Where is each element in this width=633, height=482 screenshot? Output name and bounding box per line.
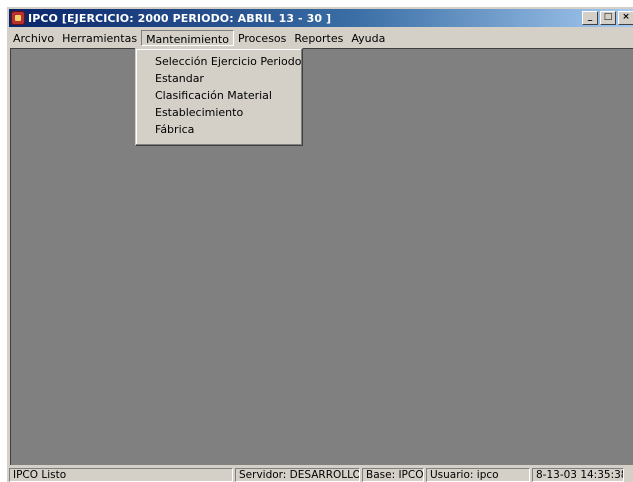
menu-herramientas[interactable]: Herramientas xyxy=(58,30,141,46)
menu-item-estandar[interactable]: Estandar xyxy=(136,70,302,87)
status-user: Usuario: ipco xyxy=(426,468,530,482)
menu-item-establecimiento[interactable]: Establecimiento xyxy=(136,104,302,121)
status-datetime: 8-13-03 14:35:38 xyxy=(532,468,624,482)
close-button[interactable]: × xyxy=(618,11,633,25)
window-controls: _ □ × xyxy=(582,11,633,25)
status-text: IPCO Listo xyxy=(9,468,233,482)
menu-bar: Archivo Herramientas Mantenimiento Proce… xyxy=(9,29,633,47)
app-icon[interactable] xyxy=(11,11,25,25)
status-bar: IPCO Listo Servidor: DESARROLLO Base: IP… xyxy=(9,468,633,482)
menu-reportes[interactable]: Reportes xyxy=(290,30,347,46)
menu-archivo[interactable]: Archivo xyxy=(9,30,58,46)
menu-item-seleccion-ejercicio-periodo[interactable]: Selección Ejercicio Periodo xyxy=(136,53,302,70)
menu-procesos[interactable]: Procesos xyxy=(234,30,290,46)
menu-item-clasificacion-material[interactable]: Clasificación Material xyxy=(136,87,302,104)
menu-item-fabrica[interactable]: Fábrica xyxy=(136,121,302,138)
menu-mantenimiento[interactable]: Mantenimiento xyxy=(141,30,234,46)
status-server: Servidor: DESARROLLO xyxy=(235,468,360,482)
app-window: IPCO [EJERCICIO: 2000 PERIODO: ABRIL 13 … xyxy=(6,6,633,482)
mdi-workspace xyxy=(10,48,633,465)
menu-ayuda[interactable]: Ayuda xyxy=(347,30,389,46)
window-title: IPCO [EJERCICIO: 2000 PERIODO: ABRIL 13 … xyxy=(28,11,332,25)
minimize-button[interactable]: _ xyxy=(582,11,598,25)
mantenimiento-dropdown-menu: Selección Ejercicio Periodo Estandar Cla… xyxy=(135,48,303,146)
status-base: Base: IPCO xyxy=(362,468,424,482)
maximize-button[interactable]: □ xyxy=(600,11,616,25)
title-bar[interactable]: IPCO [EJERCICIO: 2000 PERIODO: ABRIL 13 … xyxy=(9,9,633,27)
